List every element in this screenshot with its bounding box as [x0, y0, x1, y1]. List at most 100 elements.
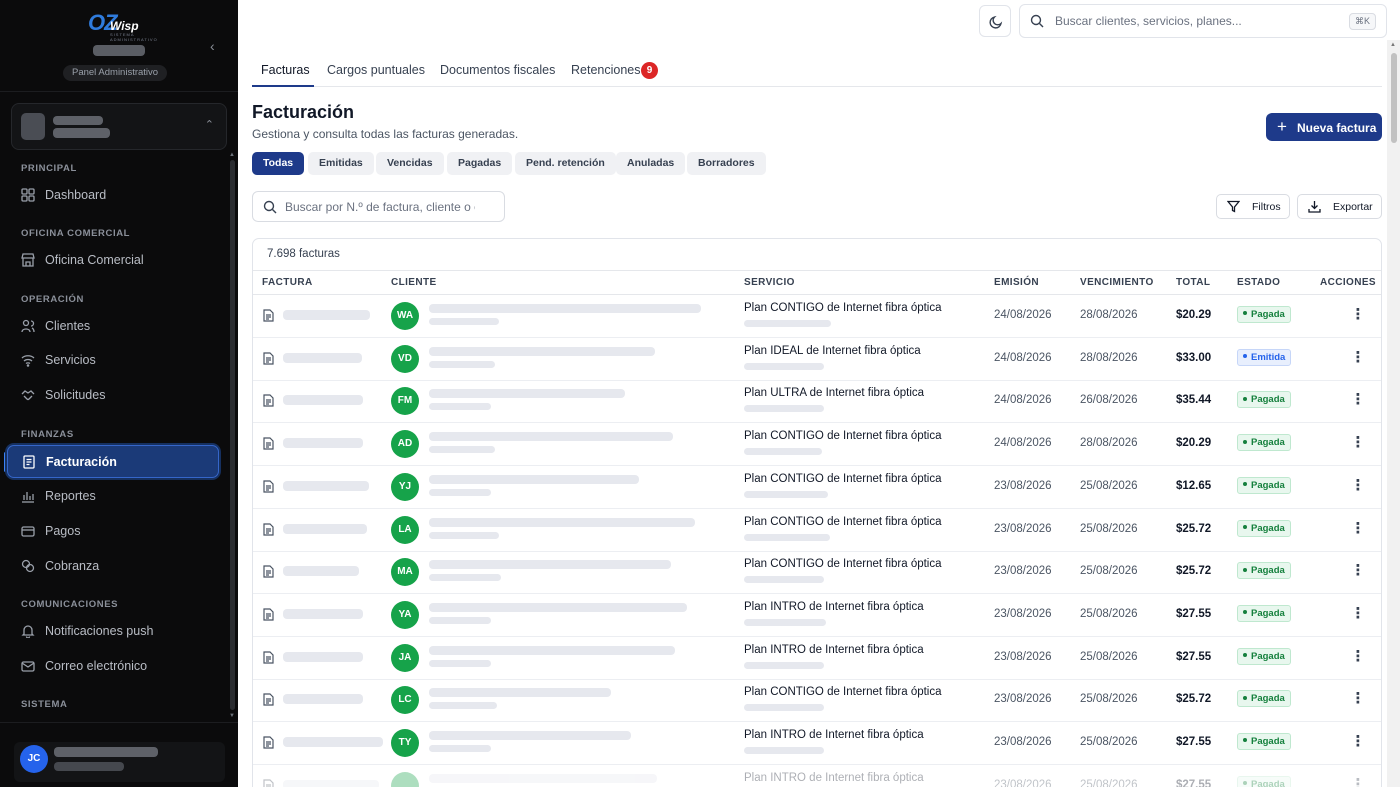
service-cell: Plan CONTIGO de Internet fibra óptica [744, 558, 942, 571]
filter-borradores[interactable]: Borradores [687, 152, 766, 175]
filter-emitidas[interactable]: Emitidas [308, 152, 374, 175]
row-actions-menu-icon[interactable]: ⋮ [1350, 433, 1366, 451]
row-actions-menu-icon[interactable]: ⋮ [1350, 348, 1366, 366]
organization-selector[interactable]: ⌃ [11, 103, 227, 150]
table-row[interactable]: WA Plan CONTIGO de Internet fibra óptica 2… [253, 295, 1381, 338]
sidebar-item-notificaciones[interactable]: Notificaciones push [7, 615, 219, 648]
sidebar-item-label: Notificaciones push [45, 624, 154, 638]
tab-retenciones[interactable]: Retenciones [571, 63, 641, 77]
table-row[interactable]: LC Plan CONTIGO de Internet fibra óptica 2… [253, 679, 1381, 723]
user-card[interactable]: JC [14, 742, 225, 782]
row-actions-menu-icon[interactable]: ⋮ [1350, 390, 1366, 408]
scroll-up-icon[interactable]: ▲ [229, 152, 235, 158]
table-row[interactable]: LA Plan CONTIGO de Internet fibra óptica 2… [253, 509, 1381, 552]
grid-icon [21, 188, 35, 202]
status-badge: Pagada [1237, 604, 1291, 622]
issue-date-cell: 24/08/2026 [994, 309, 1052, 321]
sidebar-item-oficina-comercial[interactable]: Oficina Comercial [7, 244, 219, 277]
sidebar-item-clientes[interactable]: Clientes [7, 310, 219, 343]
total-cell: $20.29 [1176, 309, 1212, 321]
column-factura[interactable]: FACTURA [262, 277, 313, 288]
due-date-cell: 25/08/2026 [1080, 736, 1138, 748]
table-row[interactable]: TY Plan INTRO de Internet fibra óptica 23/… [253, 722, 1381, 765]
filter-vencidas[interactable]: Vencidas [376, 152, 444, 175]
tab-documentos-fiscales[interactable]: Documentos fiscales [440, 63, 555, 77]
column-servicio[interactable]: SERVICIO [744, 277, 795, 288]
global-search-input[interactable] [1055, 14, 1345, 28]
row-actions-menu-icon[interactable]: ⋮ [1350, 604, 1366, 622]
table-row[interactable]: FM Plan ULTRA de Internet fibra óptica 24/… [253, 380, 1381, 424]
row-actions-menu-icon[interactable]: ⋮ [1350, 647, 1366, 665]
global-search[interactable]: ⌘K [1019, 4, 1387, 38]
invoice-search-input[interactable] [285, 200, 475, 214]
invoice-search[interactable] [252, 191, 505, 222]
org-name-redacted [53, 116, 103, 125]
row-actions-menu-icon[interactable]: ⋮ [1350, 561, 1366, 579]
service-detail-redacted [744, 576, 824, 584]
table-row[interactable]: AD Plan CONTIGO de Internet fibra óptica 2… [253, 423, 1381, 467]
service-detail-redacted [744, 661, 824, 669]
filters-button[interactable]: Filtros [1216, 194, 1290, 219]
sidebar-item-correo[interactable]: Correo electrónico [7, 650, 219, 683]
row-actions-menu-icon[interactable]: ⋮ [1350, 519, 1366, 537]
table-row[interactable]: YA Plan INTRO de Internet fibra óptica 23/… [253, 594, 1381, 637]
logo-area: OZ Wisp SISTEMA ADMINISTRATIVO Panel Adm… [0, 0, 238, 92]
invoice-number-redacted [283, 395, 363, 406]
mail-icon [21, 661, 35, 672]
filters-label: Filtros [1252, 201, 1281, 213]
bell-icon [21, 625, 35, 638]
table-row[interactable]: JA Plan INTRO de Internet fibra óptica 23/… [253, 637, 1381, 680]
client-name-redacted [429, 688, 611, 698]
client-name-redacted [429, 645, 675, 655]
scroll-down-icon[interactable]: ▼ [229, 713, 235, 719]
scrollbar-thumb[interactable] [1391, 53, 1397, 143]
page-scrollbar[interactable]: ▲ [1387, 40, 1400, 787]
new-invoice-button[interactable]: + Nueva factura [1266, 113, 1382, 141]
client-detail-redacted [429, 488, 491, 496]
tab-facturas[interactable]: Facturas [261, 63, 310, 77]
theme-toggle-button[interactable] [979, 5, 1011, 37]
sidebar-item-label: Oficina Comercial [45, 253, 144, 267]
sidebar-item-pagos[interactable]: Pagos [7, 515, 219, 548]
bar-chart-icon [22, 492, 34, 503]
column-estado[interactable]: ESTADO [1237, 277, 1280, 288]
collapse-sidebar-icon[interactable]: ‹ [210, 38, 215, 54]
filter-pend-retencion[interactable]: Pend. retención [515, 152, 616, 175]
sidebar-item-dashboard[interactable]: Dashboard [7, 179, 219, 212]
row-actions-menu-icon[interactable]: ⋮ [1350, 775, 1366, 787]
status-badge: Pagada [1237, 391, 1291, 409]
column-vencimiento[interactable]: VENCIMIENTO [1080, 277, 1154, 288]
table-row[interactable]: MA Plan CONTIGO de Internet fibra óptica 2… [253, 551, 1381, 595]
issue-date-cell: 23/08/2026 [994, 650, 1052, 663]
user-menu[interactable]: JC [0, 722, 238, 787]
client-name-redacted [429, 560, 671, 570]
client-name-redacted [429, 474, 639, 484]
scroll-up-icon[interactable]: ▲ [1390, 42, 1396, 48]
column-total[interactable]: TOTAL [1176, 277, 1210, 288]
filter-pagadas[interactable]: Pagadas [447, 152, 513, 175]
due-date-cell: 25/08/2026 [1080, 650, 1138, 663]
table-row[interactable]: Plan INTRO de Internet fibra óptica 23/08… [253, 765, 1381, 787]
table-row[interactable]: VD Plan IDEAL de Internet fibra óptica 24/… [253, 338, 1381, 381]
page-title: Facturación [252, 102, 355, 122]
filter-anuladas[interactable]: Anuladas [616, 152, 686, 175]
tab-cargos-puntuales[interactable]: Cargos puntuales [327, 63, 425, 77]
sidebar-item-servicios[interactable]: Servicios [7, 344, 219, 377]
row-actions-menu-icon[interactable]: ⋮ [1350, 305, 1366, 323]
export-button[interactable]: Exportar [1297, 194, 1382, 219]
sidebar-item-reportes[interactable]: Reportes [7, 480, 219, 513]
tab-bar: Facturas Cargos puntuales Documentos fis… [252, 56, 1382, 87]
sidebar-item-cobranza[interactable]: Cobranza [7, 550, 219, 583]
column-cliente[interactable]: CLIENTE [391, 277, 437, 288]
row-actions-menu-icon[interactable]: ⋮ [1350, 732, 1366, 750]
row-actions-menu-icon[interactable]: ⋮ [1350, 476, 1366, 494]
sidebar-scrollbar[interactable] [230, 160, 235, 710]
sidebar-item-facturacion[interactable]: Facturación [7, 445, 219, 478]
filter-todas[interactable]: Todas [252, 152, 305, 175]
avatar: WA [391, 302, 419, 330]
table-row[interactable]: YJ Plan CONTIGO de Internet fibra óptica 2… [253, 466, 1381, 509]
sidebar-item-solicitudes[interactable]: Solicitudes [7, 379, 219, 412]
column-emision[interactable]: EMISIÓN [994, 277, 1039, 288]
users-icon [21, 319, 35, 333]
row-actions-menu-icon[interactable]: ⋮ [1350, 689, 1366, 707]
